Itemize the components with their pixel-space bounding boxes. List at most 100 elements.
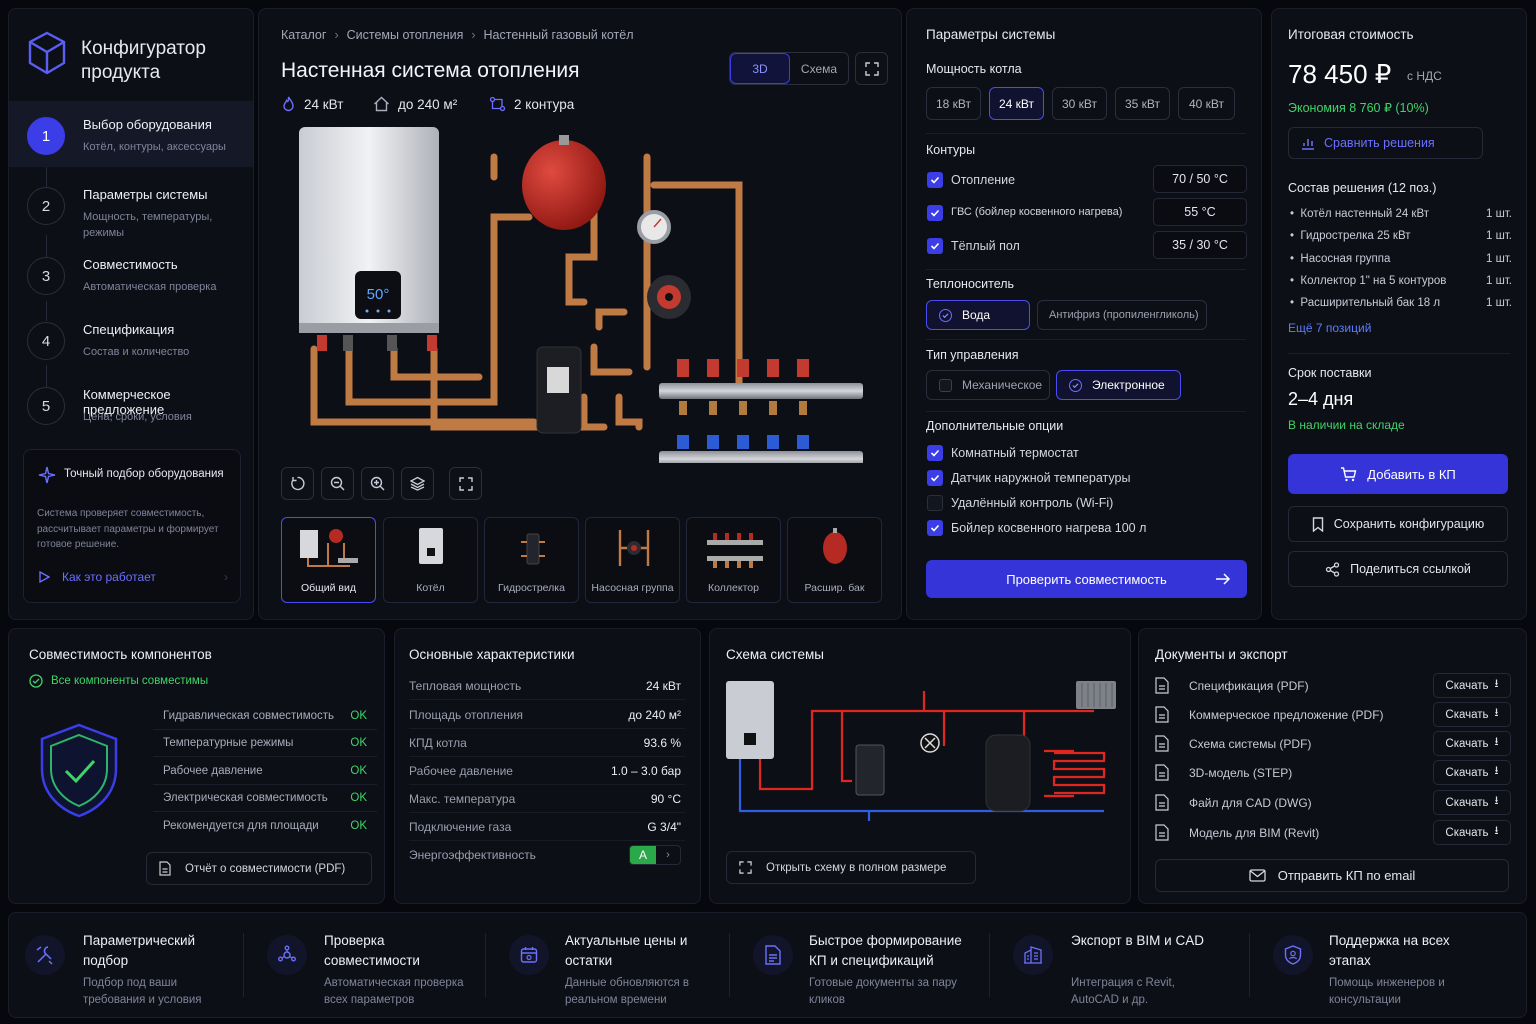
network-icon	[267, 935, 307, 975]
step-title: Совместимость	[83, 257, 178, 272]
step-subtitle: Цена, сроки, условия	[83, 411, 192, 423]
view-3d-button[interactable]: 3D	[730, 53, 790, 84]
breadcrumb-catalog[interactable]: Каталог	[281, 28, 326, 42]
thumb-expansion-tank[interactable]: Расшир. бак	[787, 517, 882, 603]
download-button[interactable]: Скачать ⭳	[1433, 731, 1511, 756]
circuit-floor-temp[interactable]: 35 / 30 °C	[1153, 231, 1247, 259]
more-items-link[interactable]: Ещё 7 позиций	[1288, 321, 1371, 335]
control-electronic-radio[interactable]: Электронное	[1056, 370, 1181, 400]
doc-row: Схема системы (PDF) Скачать ⭳	[1155, 730, 1511, 759]
step-subtitle: Мощность, температуры, режимы	[83, 211, 213, 239]
list-item: • Коллектор 1" на 5 контуров 1 шт.	[1290, 275, 1512, 287]
step-compatibility[interactable]: 3 Совместимость Автоматическая проверка	[9, 241, 253, 307]
step-proposal[interactable]: 5 Коммерческое предложение Цена, сроки, …	[9, 371, 253, 437]
rotate-button[interactable]	[281, 467, 314, 500]
add-to-proposal-button[interactable]: Добавить в КП	[1288, 454, 1508, 494]
spec-row: КПД котла 93.6 %	[409, 729, 685, 757]
doc-name: Схема системы (PDF)	[1189, 737, 1312, 751]
circuit-floor-checkbox[interactable]	[927, 238, 943, 254]
breadcrumb-heating[interactable]: Системы отопления	[347, 28, 464, 42]
share-link-label: Поделиться ссылкой	[1350, 562, 1471, 576]
coolant-water-radio[interactable]: Вода	[926, 300, 1030, 330]
download-button[interactable]: Скачать ⭳	[1433, 673, 1511, 698]
layers-button[interactable]	[401, 467, 434, 500]
circuit-heating-temp[interactable]: 70 / 50 °C	[1153, 165, 1247, 193]
list-item: • Расширительный бак 18 л1 шт.	[1290, 297, 1512, 309]
price-panel: Итоговая стоимость 78 450 ₽ с НДС Эконом…	[1271, 8, 1527, 620]
compat-report-button[interactable]: Отчёт о совместимости (PDF)	[146, 852, 372, 885]
heating-system-render[interactable]: 50°	[299, 127, 879, 463]
power-option-18[interactable]: 18 кВт	[926, 87, 981, 120]
step-title: Спецификация	[83, 322, 175, 337]
check-circle-icon	[29, 674, 43, 688]
thumb-boiler[interactable]: Котёл	[383, 517, 478, 603]
doc-row: Файл для CAD (DWG) Скачать ⭳	[1155, 789, 1511, 818]
share-link-button[interactable]: Поделиться ссылкой	[1288, 551, 1508, 587]
power-option-40[interactable]: 40 кВт	[1178, 87, 1235, 120]
expand-view-button[interactable]	[449, 467, 482, 500]
feature-support: Поддержка на всех этапах Помощь инженеро…	[1257, 913, 1517, 1017]
option-boiler-checkbox[interactable]	[927, 520, 943, 536]
download-button[interactable]: Скачать ⭳	[1433, 790, 1511, 815]
power-option-24[interactable]: 24 кВт	[989, 87, 1044, 120]
doc-name: Коммерческое предложение (PDF)	[1189, 708, 1384, 722]
zoom-out-button[interactable]	[321, 467, 354, 500]
power-option-30[interactable]: 30 кВт	[1052, 87, 1107, 120]
thumb-label: Общий вид	[300, 582, 357, 594]
step-equipment[interactable]: 1 Выбор оборудования Котёл, контуры, акс…	[9, 101, 253, 167]
circuit-dhw-temp[interactable]: 55 °C	[1153, 198, 1247, 226]
download-button[interactable]: Скачать ⭳	[1433, 760, 1511, 785]
thumb-separator[interactable]: Гидрострелка	[484, 517, 579, 603]
specs-title: Основные характеристики	[409, 647, 575, 662]
circuit-heating-checkbox[interactable]	[927, 172, 943, 188]
how-it-works-link[interactable]: Как это работает ›	[38, 564, 228, 590]
coolant-antifreeze-radio[interactable]: Антифриз (пропиленгликоль)	[1037, 300, 1207, 330]
control-mechanical-label: Механическое	[962, 378, 1043, 392]
step-subtitle: Котёл, контуры, аксессуары	[83, 141, 226, 153]
power-value: 24 кВт	[304, 96, 344, 112]
energy-class-badge[interactable]: A ›	[629, 845, 681, 865]
area-badge: до 240 м²	[373, 96, 457, 112]
control-mechanical-radio[interactable]: Механическое	[926, 370, 1050, 400]
open-schema-button[interactable]: Открыть схему в полном размере	[726, 851, 976, 884]
separator-thumb-image	[521, 533, 545, 565]
doc-row: Коммерческое предложение (PDF) Скачать ⭳	[1155, 701, 1511, 730]
check-compatibility-button[interactable]: Проверить совместимость	[926, 560, 1247, 598]
send-email-button[interactable]: Отправить КП по email	[1155, 859, 1509, 892]
compat-check-row: Рабочее давление OK	[153, 757, 377, 785]
zoom-in-button[interactable]	[361, 467, 394, 500]
check-icon	[930, 474, 940, 482]
circuit-dhw-checkbox[interactable]	[927, 205, 943, 221]
document-icon	[753, 935, 793, 975]
chart-icon	[1301, 136, 1315, 150]
power-option-35[interactable]: 35 кВт	[1115, 87, 1170, 120]
view-schema-button[interactable]: Схема	[790, 53, 848, 84]
energy-class-value: A	[630, 846, 656, 864]
thumb-pump-group[interactable]: Насосная группа	[585, 517, 680, 603]
option-wifi-checkbox[interactable]	[927, 495, 943, 511]
add-to-proposal-label: Добавить в КП	[1367, 466, 1456, 482]
cart-icon	[1340, 466, 1357, 482]
compare-solutions-button[interactable]: Сравнить решения	[1288, 127, 1483, 159]
download-button[interactable]: Скачать ⭳	[1433, 820, 1511, 845]
circuits-label: Контуры	[926, 143, 976, 157]
save-config-button[interactable]: Сохранить конфигурацию	[1288, 506, 1508, 542]
specifications-card: Основные характеристики Тепловая мощност…	[394, 628, 701, 904]
doc-row: Модель для BIM (Revit) Скачать ⭳	[1155, 819, 1511, 848]
fullscreen-button[interactable]	[855, 52, 888, 85]
step-specification[interactable]: 4 Спецификация Состав и количество	[9, 306, 253, 372]
chevron-right-icon: ›	[224, 570, 228, 584]
system-schema-diagram[interactable]	[724, 671, 1120, 831]
step-number: 3	[27, 257, 65, 295]
option-outdoor-sensor-checkbox[interactable]	[927, 470, 943, 486]
step-number: 2	[27, 187, 65, 225]
download-button[interactable]: Скачать ⭳	[1433, 702, 1511, 727]
thumb-manifold[interactable]: Коллектор	[686, 517, 781, 603]
option-thermostat-checkbox[interactable]	[927, 445, 943, 461]
breadcrumb: Каталог › Системы отопления › Настенный газо…	[281, 28, 634, 42]
radio-checked-icon	[1069, 378, 1082, 392]
thumb-overview[interactable]: Общий вид	[281, 517, 376, 603]
step-parameters[interactable]: 2 Параметры системы Мощность, температур…	[9, 171, 253, 239]
control-label: Тип управления	[926, 348, 1019, 362]
price-vat: с НДС	[1407, 69, 1442, 83]
